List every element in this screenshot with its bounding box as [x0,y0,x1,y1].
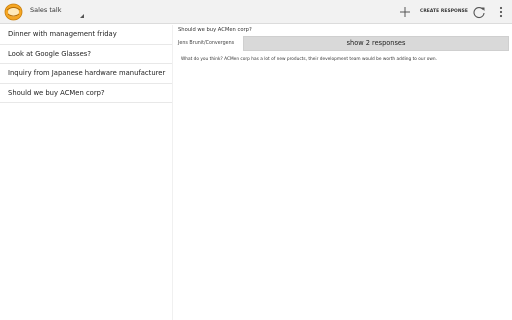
app-logo-icon[interactable] [4,3,23,21]
author-name: Jens Brunit/Convergens [178,41,235,46]
pane-divider [172,25,173,320]
thread-title: Should we buy ACMen corp? [178,27,252,33]
list-item[interactable]: Look at Google Glasses? [0,45,172,64]
overflow-menu-icon[interactable] [497,5,505,19]
thread-list: Dinner with management friday Look at Go… [0,25,172,103]
show-responses-button[interactable]: show 2 responses [243,36,509,51]
list-item[interactable]: Inquiry from Japanese hardware manufactu… [0,64,172,84]
action-bar: Sales talk CREATE RESPONSE [0,0,512,24]
app-title[interactable]: Sales talk [30,6,61,14]
message-body: What do you think? ACMen corp has a lot … [181,57,438,62]
add-icon[interactable] [398,5,412,19]
response-row: Jens Brunit/Convergens show 2 responses [173,36,512,51]
create-response-button[interactable]: CREATE RESPONSE [420,9,468,14]
spinner-dropdown-indicator-icon[interactable] [80,14,84,18]
refresh-icon[interactable] [472,5,486,19]
list-item[interactable]: Dinner with management friday [0,25,172,45]
list-item[interactable]: Should we buy ACMen corp? [0,84,172,103]
